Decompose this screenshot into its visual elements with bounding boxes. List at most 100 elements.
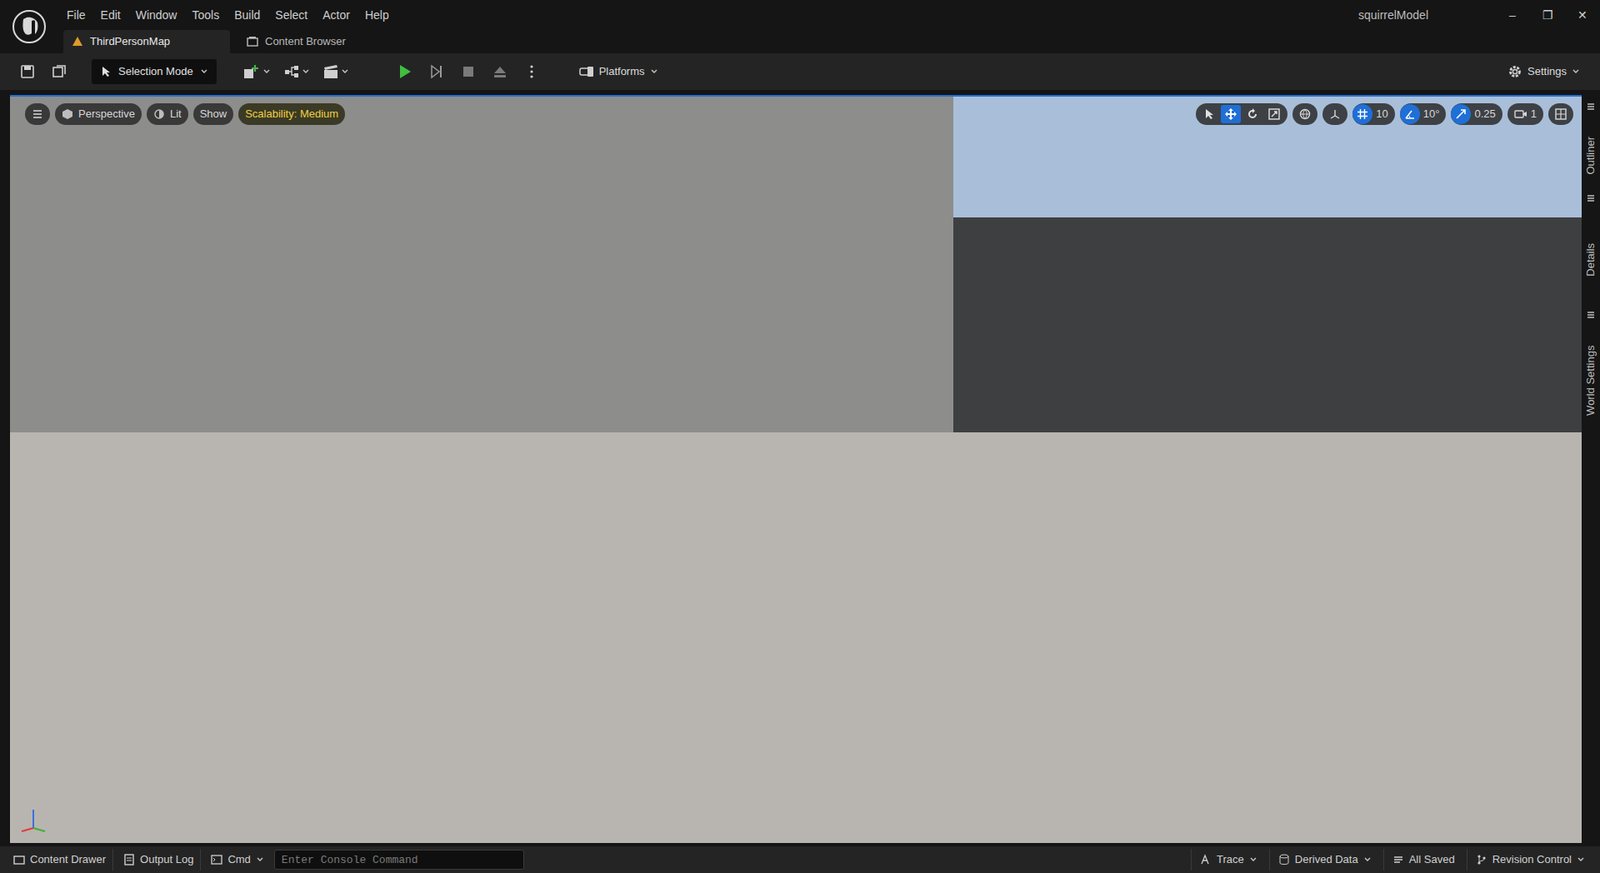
show-button[interactable]: Show [193, 103, 235, 125]
cmd-dropdown[interactable]: Cmd [204, 849, 270, 871]
side-panel-tab[interactable]: Outliner [1581, 101, 1600, 194]
snap-grid-control[interactable]: 10 [1352, 103, 1395, 125]
scene-walls [10, 96, 1582, 433]
scalability-button-label[interactable]: Scalability: Medium [245, 105, 339, 123]
snap-value[interactable]: 10° [1423, 105, 1440, 123]
settings-dropdown[interactable]: Settings [1502, 59, 1585, 85]
snap-value[interactable]: 10 [1375, 105, 1388, 123]
blueprint-button[interactable] [280, 59, 314, 85]
perspective-button-icon [61, 108, 74, 120]
transform-tool-button[interactable] [1242, 105, 1263, 124]
axis-gizmo-icon [16, 803, 50, 837]
menu-item[interactable]: File [61, 4, 91, 27]
stop-button[interactable] [455, 59, 481, 85]
play-icon [397, 64, 413, 80]
add-actor-icon [243, 64, 260, 80]
selection-mode-label[interactable]: Selection Mode [118, 63, 194, 80]
side-panel-label[interactable]: Outliner [1582, 136, 1600, 175]
platforms-label[interactable]: Platforms [599, 63, 645, 80]
camera-speed-value[interactable]: 1 [1530, 105, 1537, 123]
snap-value[interactable]: 0.25 [1474, 105, 1495, 123]
cinematics-button[interactable] [320, 59, 353, 85]
status-bar-button[interactable]: All Saved [1383, 849, 1464, 871]
browse-button[interactable] [46, 59, 72, 85]
status-bar-button[interactable]: Content Drawer [6, 849, 114, 871]
status-bar-button[interactable]: Output Log [116, 849, 201, 871]
play-button[interactable] [392, 59, 418, 85]
editor-tab[interactable]: Content Browser [238, 30, 405, 54]
menu-item[interactable]: Build [229, 4, 265, 27]
advance-frame-icon [429, 64, 445, 80]
side-panel-label[interactable]: World Settings [1582, 345, 1600, 416]
platforms-dropdown[interactable]: Platforms [572, 59, 665, 85]
status-bar-label[interactable]: Content Drawer [30, 851, 106, 869]
settings-label[interactable]: Settings [1527, 63, 1567, 80]
perspective-button[interactable]: Perspective [55, 103, 142, 125]
side-panel-tab[interactable]: World Settings [1581, 310, 1600, 435]
grid-snap-icon [1356, 108, 1369, 120]
side-panel-label[interactable]: Details [1582, 243, 1600, 277]
window-control-button[interactable]: ✕ [1565, 0, 1600, 30]
console-input[interactable] [274, 850, 525, 870]
play-options-icon [524, 64, 540, 80]
database-icon [1278, 854, 1290, 866]
side-panel-tab[interactable]: Details [1581, 193, 1600, 310]
menu-item[interactable]: Actor [317, 4, 355, 27]
coordinate-space-button[interactable] [1292, 103, 1318, 125]
advance-frame-button[interactable] [424, 59, 450, 85]
perspective-button-label[interactable]: Perspective [78, 105, 135, 123]
eject-button[interactable] [487, 59, 513, 85]
status-bar-label[interactable]: All Saved [1409, 851, 1455, 869]
menu-item[interactable]: Help [360, 4, 395, 27]
layout-button-icon [1555, 108, 1567, 120]
menu-item[interactable]: Window [130, 4, 183, 27]
tab-label[interactable]: Content Browser [265, 33, 346, 50]
show-button-label[interactable]: Show [200, 105, 228, 123]
transform-tool-button[interactable] [1199, 105, 1220, 124]
rotate-tool-icon [1245, 107, 1260, 121]
snap-toggle[interactable] [1352, 104, 1373, 125]
editor-tab[interactable]: ThirdPersonMap [63, 30, 230, 54]
cmd-label[interactable]: Cmd [227, 851, 250, 869]
status-bar-button[interactable]: Revision Control [1466, 849, 1594, 871]
chevron-icon [301, 67, 310, 76]
menu-item[interactable]: Edit [95, 4, 126, 27]
cinematics-icon [323, 64, 339, 80]
level-icon [71, 35, 84, 48]
camera-speed-button[interactable]: 1 [1507, 103, 1544, 125]
chevron-icon [1571, 67, 1580, 76]
menu-item[interactable]: Select [270, 4, 313, 27]
play-options-button[interactable] [519, 59, 545, 85]
menu-item[interactable]: Tools [186, 4, 225, 27]
status-bar-label[interactable]: Trace [1216, 851, 1245, 869]
viewport[interactable]: Perspective Lit Show Scalability: Medium 10 1… [10, 95, 1582, 844]
add-actor-button[interactable] [240, 59, 275, 85]
save-button[interactable] [15, 59, 40, 85]
blueprint-icon [284, 64, 300, 80]
window-control-button[interactable]: – [1495, 0, 1530, 30]
transform-tool-button[interactable] [1264, 105, 1285, 124]
snap-scale-control[interactable]: 0.25 [1450, 103, 1502, 125]
coordinate-space-button-icon [1299, 108, 1311, 120]
surface-snap-button[interactable] [1322, 103, 1348, 125]
status-bar-button[interactable]: Trace [1190, 849, 1266, 871]
scene-image[interactable] [10, 96, 1582, 844]
status-bar-label[interactable]: Revision Control [1492, 851, 1572, 869]
snap-rotation-control[interactable]: 10° [1400, 103, 1447, 125]
logo [0, 0, 59, 54]
lit-button[interactable]: Lit [146, 103, 189, 125]
status-bar-label[interactable]: Output Log [140, 851, 194, 869]
transform-tool-button[interactable] [1220, 105, 1241, 124]
tab-label[interactable]: ThirdPersonMap [90, 33, 170, 50]
snap-toggle[interactable] [1400, 104, 1420, 125]
status-bar-button[interactable]: Derived Data [1269, 849, 1380, 871]
trace-icon [1200, 854, 1212, 866]
window-control-button[interactable]: ❐ [1530, 0, 1565, 30]
selection-mode-dropdown[interactable]: Selection Mode [91, 59, 217, 85]
scalability-button[interactable]: Scalability: Medium [238, 103, 345, 125]
status-bar-label[interactable]: Derived Data [1295, 851, 1359, 869]
viewport-menu[interactable] [25, 103, 50, 125]
snap-toggle[interactable] [1450, 104, 1471, 125]
layout-button[interactable] [1548, 103, 1574, 125]
lit-button-label[interactable]: Lit [170, 105, 182, 123]
